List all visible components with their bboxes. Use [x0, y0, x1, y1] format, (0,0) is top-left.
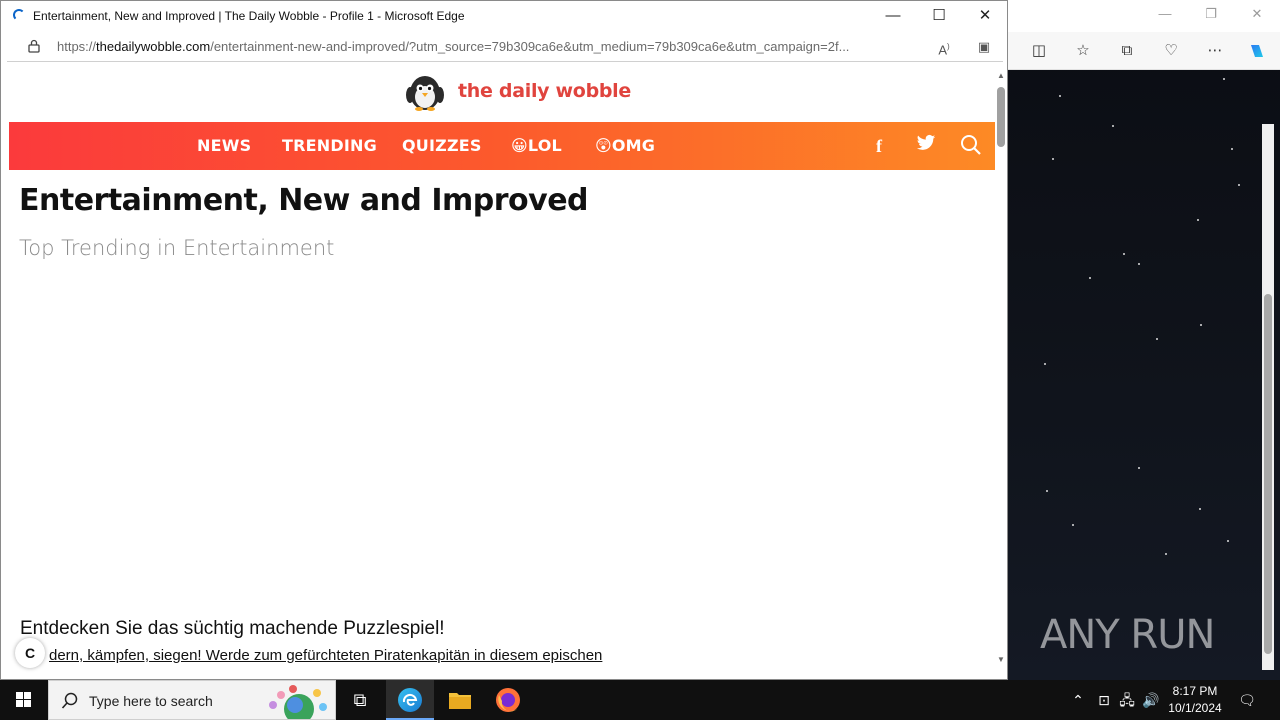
browser-essentials-icon[interactable]: ♡: [1160, 41, 1182, 61]
split-screen-icon[interactable]: ◫: [1028, 41, 1050, 61]
url-text[interactable]: https://thedailywobble.com/entertainment…: [57, 39, 927, 54]
title-bar: Entertainment, New and Improved | The Da…: [1, 1, 1007, 31]
read-aloud-icon[interactable]: A): [933, 37, 955, 57]
background-window-toolbar: ◫ ☆ ⧉ ♡ ⋯: [1008, 32, 1280, 70]
scrollbar-thumb[interactable]: [1264, 294, 1272, 654]
anyrun-watermark: ANY RUN: [1040, 612, 1215, 658]
nav-omg[interactable]: 😲OMG: [595, 136, 655, 155]
penguin-logo-icon[interactable]: [405, 73, 445, 111]
site-header: the daily wobble: [9, 63, 995, 123]
close-button[interactable]: ✕: [965, 5, 1005, 27]
page-scrollbar-thumb[interactable]: [997, 87, 1005, 147]
search-icon[interactable]: [959, 134, 983, 158]
page-subtitle: Top Trending in Entertainment: [19, 236, 335, 260]
nav-trending[interactable]: TRENDING: [282, 136, 377, 155]
clock[interactable]: 8:17 PM 10/1/2024: [1160, 683, 1230, 717]
restore-icon[interactable]: ❐: [1196, 6, 1226, 26]
show-hidden-icons[interactable]: ⌃: [1068, 680, 1088, 720]
scroll-down-icon[interactable]: ▼: [995, 655, 1007, 665]
lock-icon[interactable]: [27, 39, 41, 53]
minimize-icon[interactable]: —: [1150, 6, 1180, 26]
firefox-icon[interactable]: [484, 680, 532, 720]
nav-quizzes[interactable]: QUIZZES: [402, 136, 482, 155]
background-window-titlebar: — ❐ ✕: [1008, 0, 1280, 32]
scroll-up-icon[interactable]: ▲: [995, 71, 1007, 81]
facebook-icon[interactable]: f: [867, 134, 891, 158]
promo-link[interactable]: dern, kämpfen, siegen! Werde zum gefürch…: [49, 647, 602, 664]
web-page: the daily wobble NEWS TRENDING QUIZZES 😀…: [9, 63, 995, 673]
window-title: Entertainment, New and Improved | The Da…: [33, 9, 465, 23]
background-scrollbar[interactable]: [1262, 124, 1274, 670]
file-explorer-icon[interactable]: [436, 680, 484, 720]
favorites-icon[interactable]: ☆: [1072, 41, 1094, 61]
search-highlight-icon: [269, 685, 327, 719]
main-navigation: NEWS TRENDING QUIZZES 😀LOL 😲OMG f: [9, 122, 995, 170]
promo-title[interactable]: Entdecken Sie das süchtig machende Puzzl…: [20, 618, 445, 640]
search-icon: [61, 692, 78, 709]
notifications-icon[interactable]: 🗨: [1234, 680, 1260, 720]
edge-taskbar-icon[interactable]: [386, 680, 434, 720]
collections-icon[interactable]: ⧉: [1116, 41, 1138, 61]
task-view-icon[interactable]: ⧉: [336, 680, 384, 720]
clock-date: 10/1/2024: [1168, 701, 1222, 715]
taskbar-search-box[interactable]: Type here to search: [48, 680, 336, 720]
address-bar[interactable]: https://thedailywobble.com/entertainment…: [7, 32, 1003, 62]
page-scrollbar[interactable]: ▲ ▼: [995, 63, 1007, 673]
windows-icon: [16, 692, 31, 707]
clock-time: 8:17 PM: [1172, 684, 1218, 698]
search-placeholder[interactable]: Type here to search: [89, 693, 213, 709]
copilot-icon[interactable]: [1246, 41, 1268, 61]
site-logo-text[interactable]: the daily wobble: [458, 80, 631, 102]
taskbar: Type here to search ⧉ ⌃ ⊡ 🖧 🔊 8:17 PM 10…: [0, 680, 1280, 720]
more-options-icon[interactable]: ⋯: [1204, 41, 1226, 61]
nav-lol[interactable]: 😀LOL: [511, 136, 562, 155]
maximize-button[interactable]: ☐: [919, 5, 959, 27]
loading-spinner-icon: [13, 9, 25, 21]
network-icon[interactable]: 🖧: [1116, 680, 1138, 720]
immersive-reader-icon[interactable]: ▣: [973, 37, 995, 57]
page-title: Entertainment, New and Improved: [19, 183, 589, 218]
start-button[interactable]: [0, 680, 48, 720]
volume-icon[interactable]: 🔊: [1140, 680, 1162, 720]
consent-badge[interactable]: C: [15, 638, 45, 668]
minimize-button[interactable]: —: [873, 5, 913, 27]
twitter-icon[interactable]: [914, 134, 938, 158]
browser-window: Entertainment, New and Improved | The Da…: [0, 0, 1008, 680]
close-icon[interactable]: ✕: [1242, 6, 1272, 26]
meet-now-icon[interactable]: ⊡: [1094, 680, 1114, 720]
nav-news[interactable]: NEWS: [197, 136, 251, 155]
